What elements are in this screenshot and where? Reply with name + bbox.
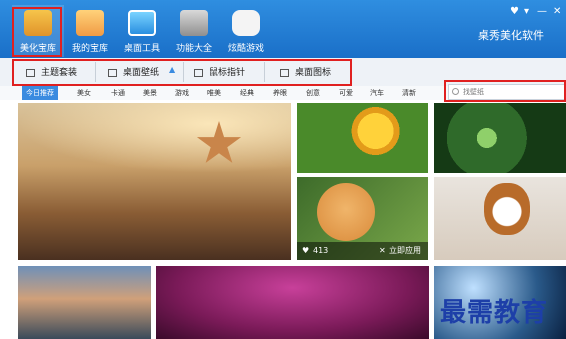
nav-label: 桌面工具: [123, 44, 160, 54]
wallpaper-tile[interactable]: [18, 103, 291, 260]
category-item[interactable]: 美女: [77, 86, 91, 100]
category-item[interactable]: 清新: [402, 86, 416, 100]
highlight-box-nav: [12, 7, 62, 57]
nav-item-features[interactable]: 功能大全: [168, 5, 220, 57]
category-item[interactable]: 可爱: [339, 86, 353, 100]
nav-label: 炫酷游戏: [227, 44, 264, 54]
tile-overlay: ♥ 413 ✕ 立即应用: [297, 242, 428, 260]
apply-icon: ✕: [379, 246, 386, 255]
category-item[interactable]: 创意: [306, 86, 320, 100]
favorite-icon[interactable]: ♥: [510, 6, 519, 17]
category-today[interactable]: 今日推荐: [22, 86, 58, 100]
watermark-text: 最需教育: [440, 298, 549, 328]
desktop-tools-icon: [128, 10, 156, 36]
likes-count: 413: [313, 246, 329, 255]
close-button[interactable]: ✕: [553, 6, 561, 17]
category-item[interactable]: 游戏: [175, 86, 189, 100]
apply-button[interactable]: 立即应用: [389, 242, 421, 260]
nav-label: 我的宝库: [71, 44, 108, 54]
wallpaper-tile-puppy[interactable]: [434, 177, 566, 260]
category-item[interactable]: 经典: [240, 86, 254, 100]
nav-item-desktop-tools[interactable]: 桌面工具: [116, 5, 168, 57]
wallpaper-tile[interactable]: [18, 266, 151, 339]
toolbox-icon: [180, 10, 208, 36]
menu-dropdown-icon[interactable]: ▾: [524, 6, 529, 17]
highlight-box-subtabs: [12, 59, 352, 86]
app-brand: 桌秀美化软件: [478, 29, 544, 42]
heart-icon[interactable]: ♥: [302, 242, 309, 260]
gamepad-icon: [232, 10, 260, 36]
wallpaper-tile[interactable]: [297, 103, 428, 173]
category-item[interactable]: 卡通: [111, 86, 125, 100]
app-window: 美化宝库 我的宝库 桌面工具 功能大全 炫酷游戏 桌秀美化软件 ♥ ▾ — ✕ …: [0, 0, 566, 339]
minimize-button[interactable]: —: [537, 6, 547, 17]
wallpaper-tile[interactable]: [434, 103, 566, 173]
nav-label: 功能大全: [175, 44, 212, 54]
category-item[interactable]: 唯美: [207, 86, 221, 100]
tile-sky: [18, 103, 291, 173]
category-item[interactable]: 养眼: [273, 86, 287, 100]
highlight-box-search: [444, 80, 566, 102]
kitten-image: [317, 183, 375, 241]
puppy-image: [484, 183, 530, 235]
nav-item-games[interactable]: 炫酷游戏: [220, 5, 272, 57]
wallpaper-tile[interactable]: [156, 266, 429, 339]
category-item[interactable]: 美景: [143, 86, 157, 100]
wallpaper-tile-kitten[interactable]: ♥ 413 ✕ 立即应用: [297, 177, 428, 260]
category-item[interactable]: 汽车: [370, 86, 384, 100]
store-icon: [76, 10, 104, 36]
nav-item-my-treasury[interactable]: 我的宝库: [64, 5, 116, 57]
